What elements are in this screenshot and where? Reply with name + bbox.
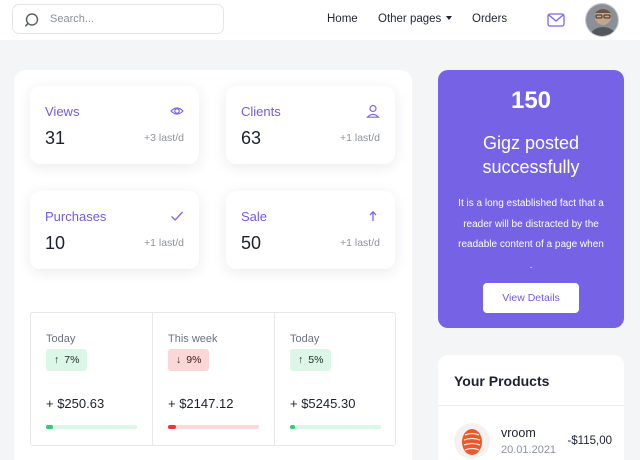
products-card: Your Products vroom 20.01.2021 -$115,00: [438, 355, 624, 460]
product-image[interactable]: [454, 423, 490, 459]
change-badge: ↓ 9%: [168, 349, 210, 371]
arrow-up-icon: [369, 210, 377, 221]
stat-title: Views: [45, 104, 80, 119]
stat-card-purchases[interactable]: Purchases 10 +1 last/d: [30, 191, 199, 269]
stat-title: Purchases: [45, 209, 107, 224]
stat-card-views[interactable]: Views 31 +3 last/d: [30, 86, 199, 164]
stat-value: 31: [45, 128, 66, 148]
metric-amount: + $2147.12: [168, 396, 234, 411]
stat-value: 10: [45, 233, 66, 253]
promo-count: 150: [510, 87, 552, 114]
metric-period: Today: [46, 333, 76, 345]
stat-title: Sale: [241, 209, 268, 224]
arrow-up-icon: ↑: [54, 354, 60, 366]
product-price: -$115,00: [567, 435, 612, 447]
metric-column: This week ↓ 9% + $2147.12: [152, 313, 274, 445]
progress-bar: [46, 425, 137, 429]
promo-headline: Gigz posted successfully: [482, 133, 580, 177]
arrow-up-icon: ↑: [298, 354, 304, 366]
metric-column: Today ↑ 7% + $250.63: [31, 313, 153, 445]
progress-fill: [46, 425, 54, 429]
promo-card: 150 Gigz posted successfully It is a lon…: [438, 70, 624, 328]
change-badge: ↑ 5%: [290, 349, 332, 371]
stat-value: 63: [241, 128, 262, 148]
chevron-down-icon: [446, 16, 453, 20]
mail-icon[interactable]: [547, 12, 565, 28]
change-badge: ↑ 7%: [46, 349, 88, 371]
stat-value: 50: [241, 233, 262, 253]
promo-description: It is a long established fact that a rea…: [458, 198, 604, 271]
change-value: 7%: [64, 354, 80, 366]
metric-period: Today: [290, 333, 320, 345]
product-thumbnail: [454, 423, 490, 459]
product-date: 20.01.2021: [501, 444, 557, 456]
metric-column: Today ↑ 5% + $5245.30: [274, 313, 396, 445]
avatar[interactable]: [585, 3, 619, 37]
search-icon: [24, 13, 39, 27]
stat-title: Clients: [241, 104, 281, 119]
nav-other-pages[interactable]: Other pages: [378, 13, 453, 25]
progress-bar: [290, 425, 381, 429]
view-details-button[interactable]: View Details: [483, 283, 579, 313]
change-value: 5%: [308, 354, 324, 366]
stat-delta: +1 last/d: [340, 132, 380, 144]
revenue-metrics: Today ↑ 7% + $250.63 This week ↓ 9% + $214…: [30, 312, 396, 446]
products-title: Your Products: [454, 373, 550, 389]
stat-delta: +1 last/d: [144, 237, 184, 249]
metric-amount: + $250.63: [46, 396, 105, 411]
top-bar: Search... Home Other pages Orders: [0, 0, 640, 40]
progress-fill: [168, 425, 177, 429]
check-icon: [171, 211, 183, 221]
nav-home[interactable]: Home: [327, 13, 358, 25]
nav-orders[interactable]: Orders: [472, 13, 507, 25]
search-box[interactable]: Search...: [12, 4, 224, 34]
stat-card-clients[interactable]: Clients 63 +1 last/d: [226, 86, 395, 164]
search-input[interactable]: Search...: [50, 13, 94, 25]
nav-other-pages-label: Other pages: [378, 13, 442, 25]
dashboard-panel: Views 31 +3 last/d Clients 63 +1 last/d …: [14, 70, 412, 460]
divider: [438, 405, 624, 406]
progress-fill: [290, 425, 296, 429]
change-value: 9%: [186, 354, 202, 366]
user-icon: [366, 104, 380, 118]
eye-icon: [170, 107, 184, 115]
metric-period: This week: [168, 333, 218, 345]
stat-delta: +3 last/d: [144, 132, 184, 144]
stat-card-sale[interactable]: Sale 50 +1 last/d: [226, 191, 395, 269]
arrow-down-icon: ↓: [176, 354, 182, 366]
stat-delta: +1 last/d: [340, 237, 380, 249]
avatar-image: [586, 4, 618, 36]
progress-bar: [168, 425, 259, 429]
metric-amount: + $5245.30: [290, 396, 356, 411]
product-name[interactable]: vroom: [501, 426, 536, 440]
